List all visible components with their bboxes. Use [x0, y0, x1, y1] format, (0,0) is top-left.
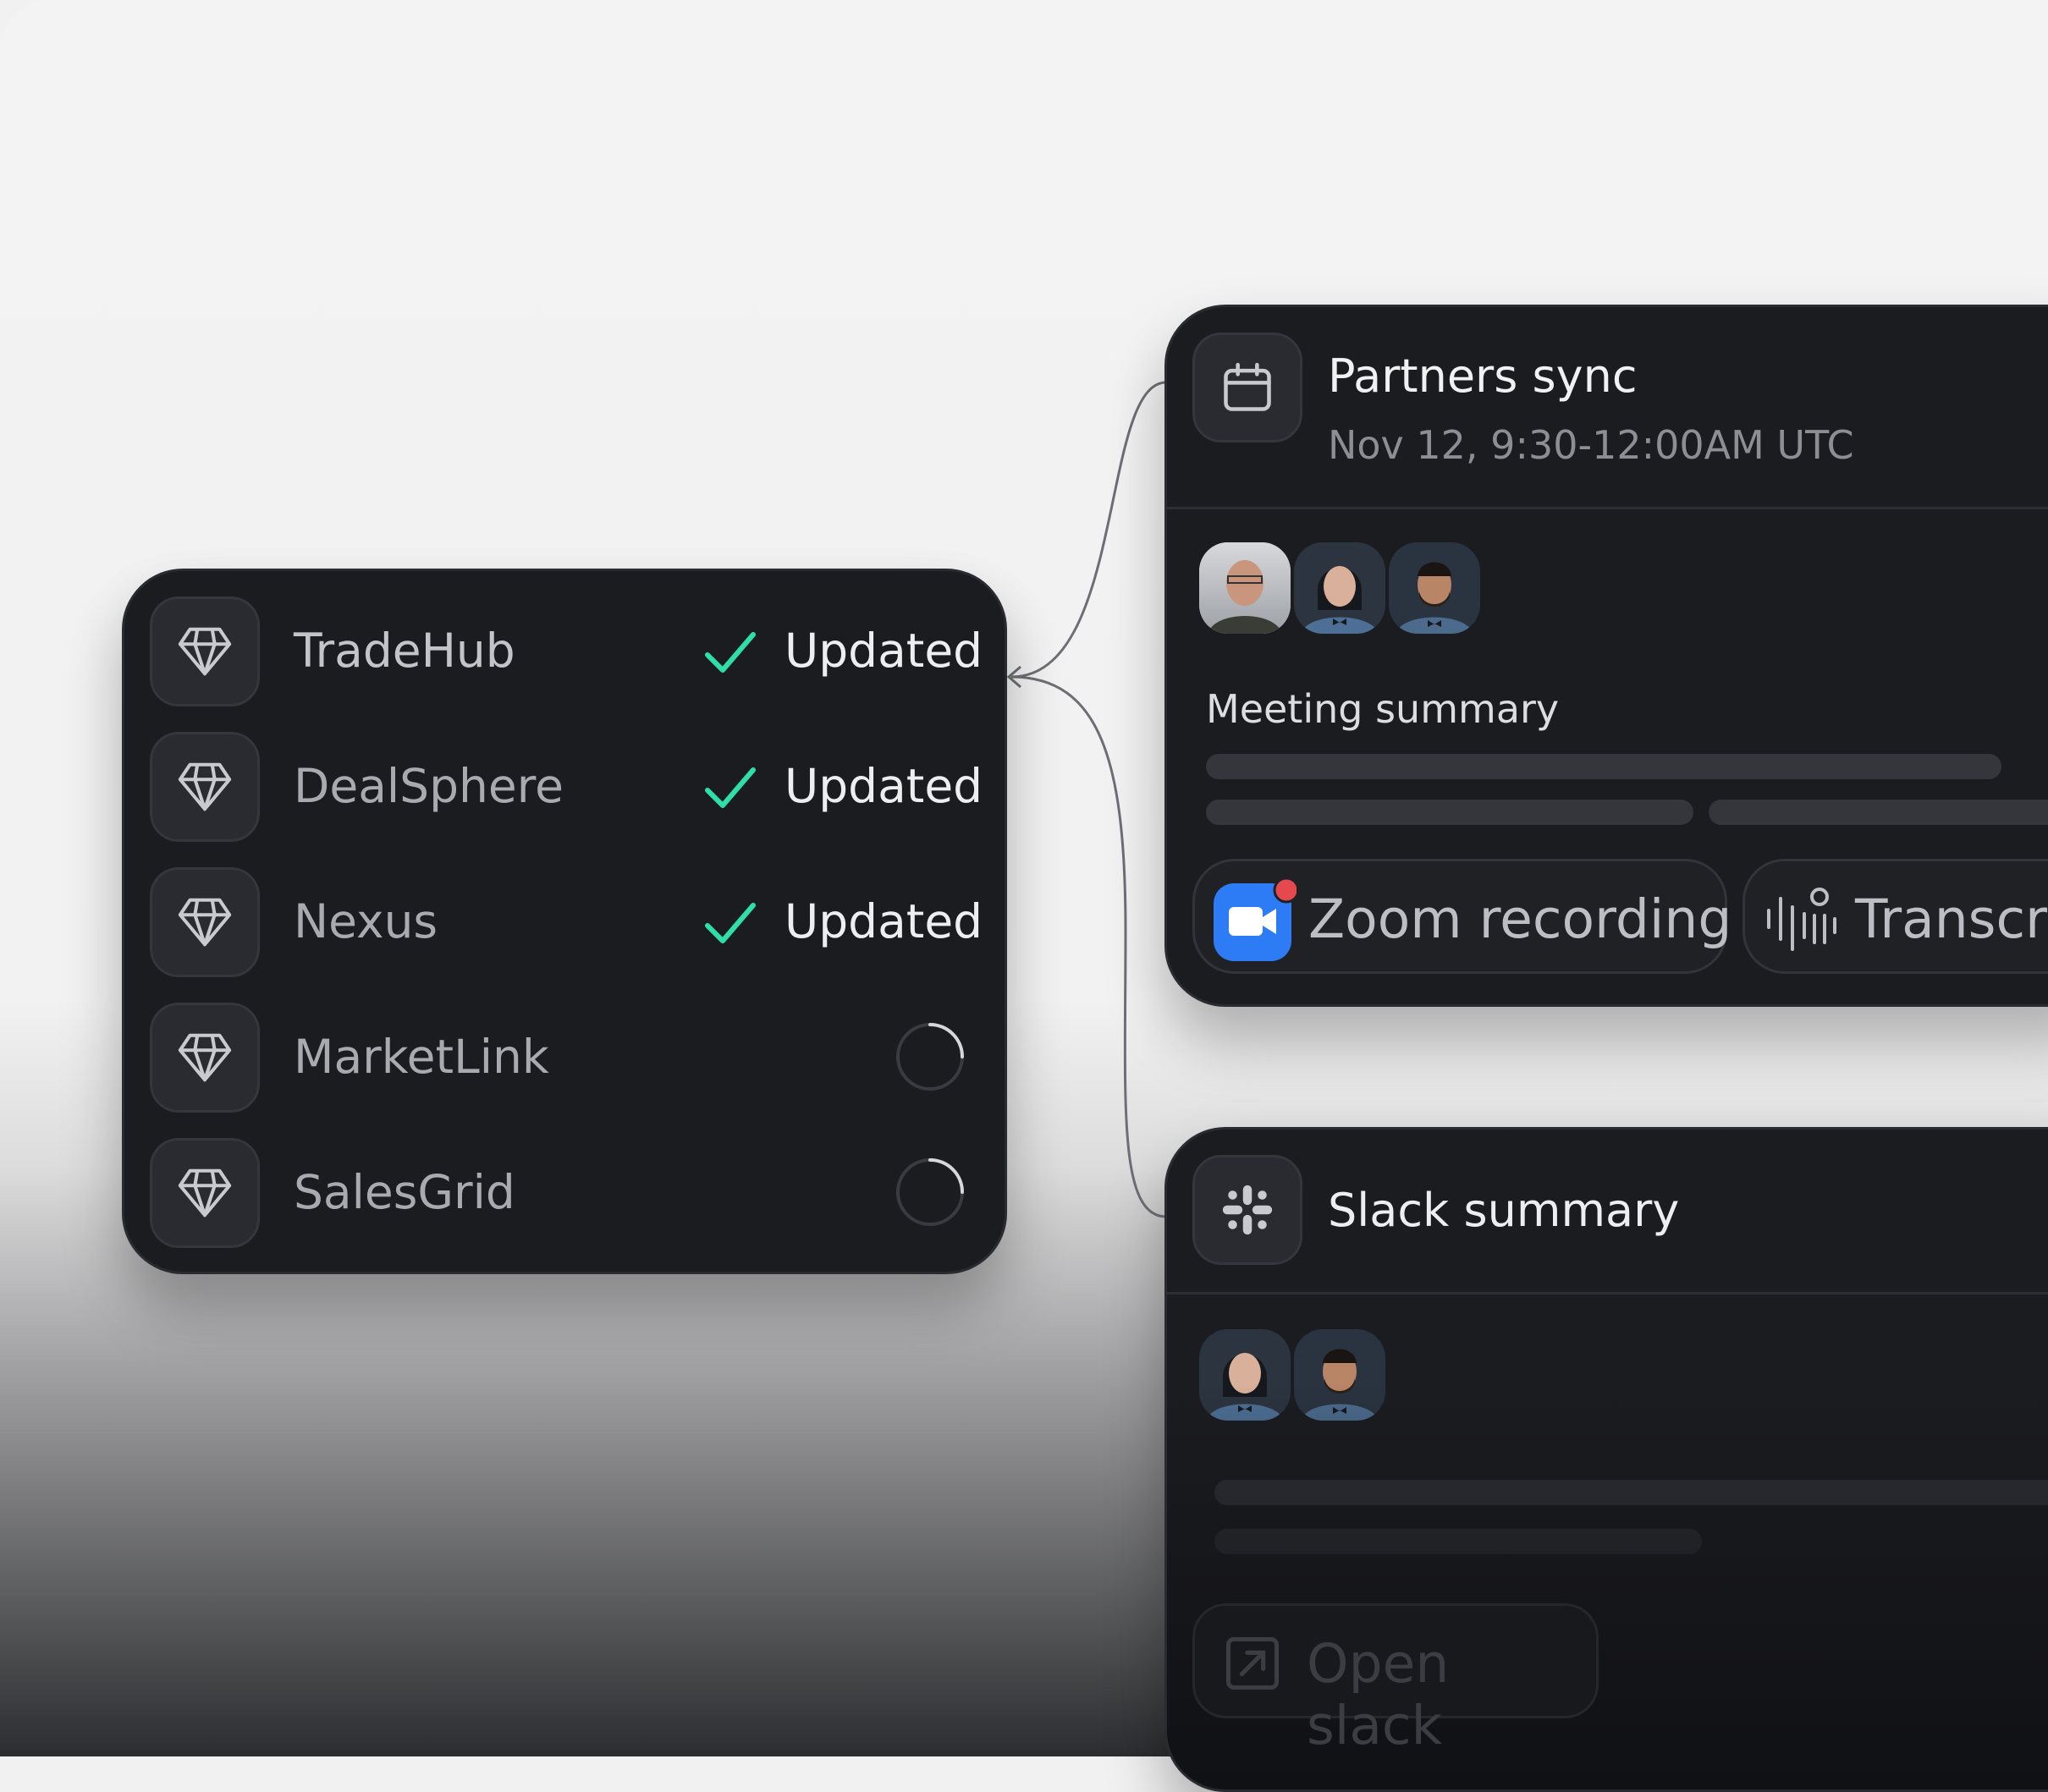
avatar[interactable]: [1294, 542, 1385, 634]
summary-skeleton-line: [1709, 800, 2048, 825]
connector-to-meeting: [1010, 381, 1167, 679]
transcript-button[interactable]: Transcri: [1742, 859, 2048, 974]
slack-divider: [1167, 1292, 2048, 1295]
deal-status: Updated: [785, 759, 983, 813]
transcript-label: Transcri: [1855, 888, 2048, 950]
external-link-icon: [1225, 1636, 1280, 1690]
zoom-icon: [1214, 878, 1297, 961]
check-icon: [705, 632, 756, 673]
deal-row[interactable]: TradeHub Updated: [150, 596, 983, 706]
avatar[interactable]: [1199, 1329, 1291, 1421]
deal-row[interactable]: Nexus Updated: [150, 867, 983, 977]
transcript-icon: [1767, 888, 1836, 951]
deal-name: Nexus: [294, 894, 438, 948]
deal-icon-box: [150, 1003, 260, 1113]
deal-row[interactable]: SalesGrid: [150, 1138, 964, 1248]
deal-icon-box: [150, 732, 260, 842]
slack-skeleton-line: [1214, 1480, 2048, 1505]
calendar-icon-box: [1192, 333, 1302, 443]
open-slack-button[interactable]: Open slack: [1192, 1603, 1599, 1756]
summary-skeleton-line: [1206, 800, 1693, 825]
meeting-divider: [1167, 507, 2048, 509]
check-icon: [705, 767, 756, 808]
avatar[interactable]: [1199, 542, 1291, 634]
open-slack-label: Open slack: [1307, 1633, 1450, 1756]
deal-name: DealSphere: [294, 759, 564, 813]
meeting-summary-label: Meeting summary: [1206, 686, 1560, 732]
deal-row[interactable]: MarketLink: [150, 1003, 964, 1113]
diamond-icon: [178, 898, 232, 947]
meeting-title: Partners sync: [1328, 349, 1638, 403]
avatar[interactable]: [1389, 542, 1480, 634]
deal-row[interactable]: DealSphere Updated: [150, 732, 983, 842]
slack-card[interactable]: Slack summary Open slack: [1164, 1127, 2048, 1792]
deal-name: MarketLink: [294, 1030, 549, 1084]
deal-status: Updated: [785, 894, 983, 948]
loading-spinner-icon: [896, 1023, 964, 1091]
slack-skeleton-line: [1214, 1529, 1702, 1554]
loading-spinner-icon: [896, 1158, 964, 1226]
zoom-recording-button[interactable]: Zoom recording: [1192, 859, 1731, 974]
deal-icon-box: [150, 596, 260, 706]
deal-icon-box: [150, 1138, 260, 1248]
summary-skeleton-line: [1206, 754, 2001, 779]
slack-title: Slack summary: [1328, 1184, 1680, 1237]
check-icon: [705, 903, 756, 943]
deal-name: SalesGrid: [294, 1165, 515, 1219]
diamond-icon: [178, 627, 232, 676]
meeting-time: Nov 12, 9:30-12:00AM UTC: [1328, 422, 1854, 468]
slack-icon: [1222, 1185, 1273, 1235]
zoom-recording-label: Zoom recording: [1308, 888, 1732, 950]
avatar[interactable]: [1294, 1329, 1385, 1421]
meeting-card[interactable]: Partners sync Nov 12, 9:30-12:00AM UTC M…: [1164, 305, 2048, 1007]
deals-card: TradeHub Updated DealSphere Updated Nexus Upd…: [122, 569, 1007, 1274]
slack-icon-box: [1192, 1155, 1302, 1265]
diamond-icon: [178, 1033, 232, 1082]
deal-status: Updated: [785, 624, 983, 678]
connector-to-slack: [1010, 675, 1167, 1218]
diamond-icon: [178, 1168, 232, 1218]
deal-name: TradeHub: [294, 624, 515, 678]
calendar-icon: [1224, 362, 1271, 411]
deal-icon-box: [150, 867, 260, 977]
diamond-icon: [178, 762, 232, 811]
